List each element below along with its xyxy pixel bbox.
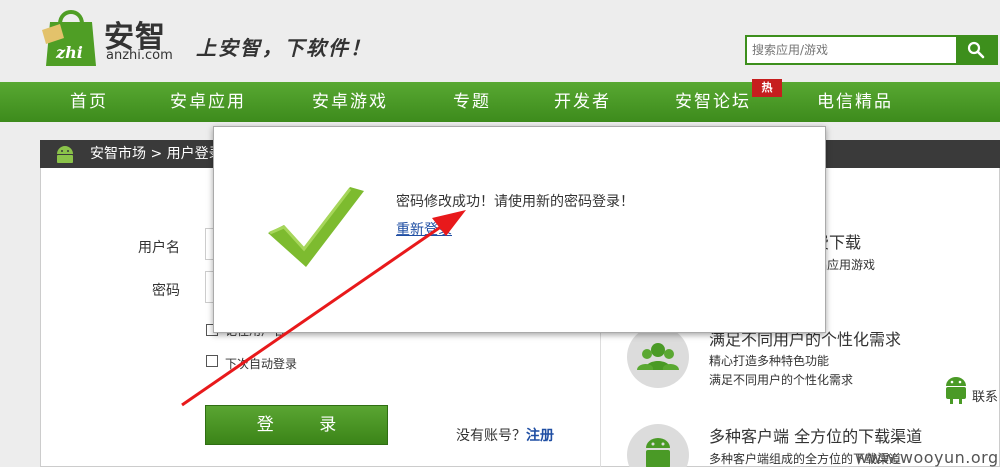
search-button[interactable] xyxy=(956,37,996,63)
feature-desc-personalization-1: 精心打造多种特色功能 xyxy=(709,354,830,368)
android-icon xyxy=(57,146,73,163)
logo-domain[interactable]: anzhi.com xyxy=(106,48,173,63)
success-message: 密码修改成功！请使用新的密码登录！ xyxy=(396,194,634,210)
username-label: 用户名 xyxy=(138,240,180,256)
no-account-text: 没有账号？ xyxy=(456,428,526,444)
feature-title-clients: 多种客户端 全方位的下载渠道 xyxy=(709,427,923,446)
header: zhi 安智 anzhi.com 上安智，下软件！ xyxy=(0,0,1000,82)
hot-badge: 热 xyxy=(752,79,782,97)
android-contact-icon[interactable] xyxy=(942,374,970,404)
users-feature-icon xyxy=(627,326,689,388)
main-nav: 首页 安卓应用 安卓游戏 专题 开发者 安智论坛 电信精品 xyxy=(0,82,1000,122)
success-check-icon xyxy=(268,187,364,267)
register-link[interactable]: 注册 xyxy=(526,425,554,445)
slogan: 上安智，下软件！ xyxy=(196,36,372,60)
search-input[interactable] xyxy=(747,37,957,63)
nav-item-android-apps[interactable]: 安卓应用 xyxy=(170,82,246,122)
logo-bag-text: zhi xyxy=(55,43,83,62)
login-button[interactable]: 登 录 xyxy=(205,405,388,445)
search-icon xyxy=(967,41,985,59)
feature-desc-personalization-2: 满足不同用户的个性化需求 xyxy=(709,373,854,387)
autologin-label: 下次自动登录 xyxy=(225,357,298,371)
nav-item-developers[interactable]: 开发者 xyxy=(554,82,611,122)
nav-item-android-games[interactable]: 安卓游戏 xyxy=(312,82,388,122)
search-box xyxy=(745,35,998,65)
autologin-checkbox[interactable] xyxy=(206,355,218,367)
column-divider xyxy=(600,330,601,467)
password-label: 密码 xyxy=(152,283,180,299)
success-dialog: 密码修改成功！请使用新的密码登录！ 重新登录 xyxy=(213,126,826,333)
nav-item-topics[interactable]: 专题 xyxy=(453,82,491,122)
contact-label[interactable]: 联系 xyxy=(972,386,998,405)
logo-bag-icon[interactable]: zhi xyxy=(40,4,102,68)
breadcrumb-text[interactable]: 安智市场 > 用户登录 xyxy=(90,140,223,168)
android-feature-icon xyxy=(627,424,689,467)
nav-item-forum[interactable]: 安智论坛 xyxy=(675,82,751,122)
watermark: www.wooyun.org xyxy=(855,448,999,467)
nav-item-telecom[interactable]: 电信精品 xyxy=(817,82,893,122)
nav-item-home[interactable]: 首页 xyxy=(70,82,108,122)
relogin-link[interactable]: 重新登录 xyxy=(396,219,452,239)
